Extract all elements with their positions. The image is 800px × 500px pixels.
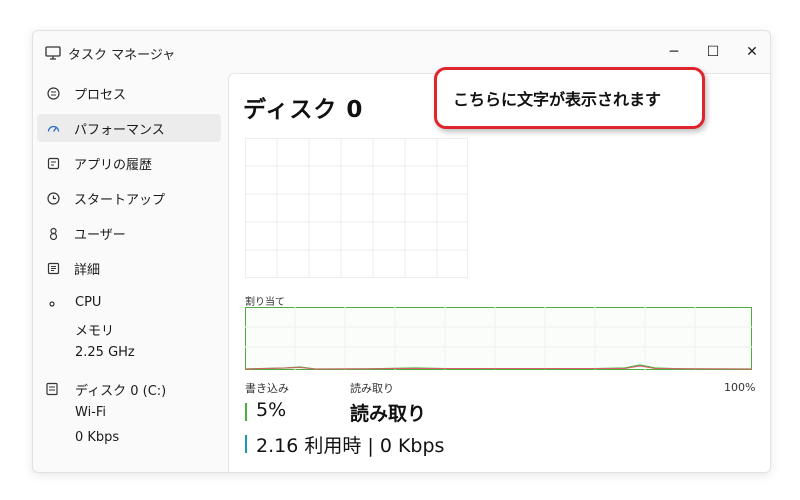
chart-label: 割り当て (245, 297, 285, 308)
sidebar-item-label: パフォーマンス (74, 122, 165, 138)
sidebar: プロセス パフォーマンス アプリの履歴 スタートアップ ユーザー 詳細 CPU … (33, 73, 228, 472)
disk-name: ディスク 0 (C:) (75, 384, 167, 399)
performance-icon (46, 121, 60, 135)
monitor-icon (45, 45, 61, 60)
sidebar-item-users[interactable]: ユーザー (37, 219, 221, 247)
sidebar-item-performance[interactable]: パフォーマンス (37, 114, 221, 142)
activity-grid (245, 138, 468, 278)
app-history-icon (46, 156, 60, 170)
sidebar-item-startup[interactable]: スタートアップ (37, 184, 221, 212)
performance-panel: ディスク 0 割り当て 書き込み 読み取り 100% 5% 読み取り 2.16 … (228, 73, 770, 472)
usage-value: 2.16 利用時 | 0 Kbps (256, 435, 445, 457)
minimize-button[interactable]: ─ (661, 39, 687, 65)
percent-max-label: 100% (724, 381, 756, 394)
sidebar-item-label: プロセス (74, 87, 127, 103)
disk-activity-chart (244, 307, 753, 371)
window-title: タスク マネージャ (68, 48, 176, 63)
callout-annotation: こちらに文字が表示されます (434, 67, 705, 129)
sidebar-item-label: スタートアップ (74, 192, 166, 208)
details-icon (46, 261, 60, 275)
disk-icon (45, 381, 59, 396)
write-label: 書き込み (245, 382, 289, 395)
disk-wifi-label: Wi-Fi (75, 405, 107, 420)
cpu-name: CPU (75, 295, 102, 310)
write-color-bar (245, 403, 247, 421)
read-value: 読み取り (350, 403, 427, 425)
maximize-button[interactable]: ☐ (700, 39, 726, 65)
disk-throughput: 0 Kbps (75, 430, 120, 445)
startup-icon (46, 191, 60, 205)
read-label: 読み取り (350, 382, 394, 395)
sidebar-item-details[interactable]: 詳細 (37, 254, 221, 282)
sidebar-item-label: ユーザー (74, 227, 126, 243)
sidebar-item-label: 詳細 (74, 262, 101, 278)
write-value: 5% (256, 399, 287, 421)
processes-icon (46, 86, 60, 100)
cpu-memory-label: メモリ (75, 324, 115, 339)
page-title: ディスク 0 (243, 97, 364, 123)
sidebar-item-label: アプリの履歴 (74, 157, 153, 173)
close-button[interactable]: ✕ (739, 39, 765, 65)
bullet-icon (45, 296, 59, 310)
users-icon (46, 226, 60, 240)
sidebar-item-app-history[interactable]: アプリの履歴 (37, 149, 221, 177)
sidebar-item-processes[interactable]: プロセス (37, 79, 221, 107)
usage-color-bar (245, 435, 247, 453)
cpu-speed: 2.25 GHz (75, 345, 135, 360)
